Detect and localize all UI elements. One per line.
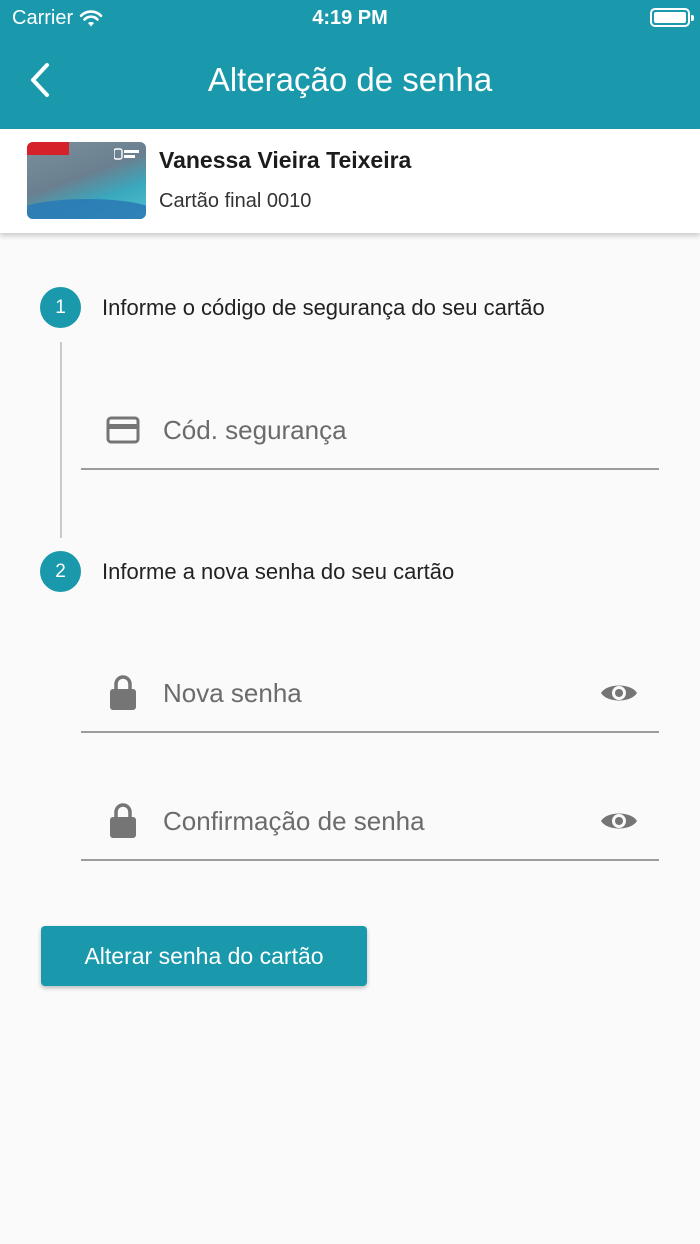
eye-icon bbox=[601, 813, 637, 829]
new-password-field[interactable] bbox=[81, 653, 659, 733]
card-wave-pattern bbox=[27, 199, 146, 219]
card-logo-stripe bbox=[27, 142, 69, 155]
security-code-input[interactable] bbox=[163, 410, 563, 450]
lock-icon bbox=[103, 801, 143, 841]
lock-icon bbox=[103, 673, 143, 713]
step-2-badge: 2 bbox=[40, 551, 81, 592]
toggle-confirm-password-visibility[interactable] bbox=[597, 801, 641, 841]
eye-icon bbox=[601, 685, 637, 701]
status-bar: Carrier 4:19 PM bbox=[0, 0, 700, 36]
step-connector-line bbox=[60, 342, 62, 538]
card-brand-logo bbox=[113, 148, 140, 163]
page-title: Alteração de senha bbox=[207, 61, 493, 98]
card-image bbox=[27, 142, 146, 219]
toggle-new-password-visibility[interactable] bbox=[597, 673, 641, 713]
change-password-button[interactable]: Alterar senha do cartão bbox=[41, 926, 367, 986]
status-time: 4:19 PM bbox=[312, 7, 388, 29]
card-holder-name: Vanessa Vieira Teixeira bbox=[159, 147, 412, 173]
card-ending-label: Cartão final 0010 bbox=[159, 190, 312, 212]
confirm-password-input[interactable] bbox=[163, 801, 563, 841]
battery-icon bbox=[650, 8, 694, 27]
step-1-badge: 1 bbox=[40, 287, 81, 328]
step-1-text: Informe o código de segurança do seu car… bbox=[102, 295, 545, 320]
confirm-password-field[interactable] bbox=[81, 781, 659, 861]
app-header: Carrier 4:19 PM Alteração de senha bbox=[0, 0, 700, 129]
new-password-input[interactable] bbox=[163, 673, 563, 713]
security-code-field[interactable] bbox=[81, 390, 659, 470]
credit-card-icon bbox=[103, 410, 143, 450]
step-2-text: Informe a nova senha do seu cartão bbox=[102, 559, 455, 584]
card-summary: Vanessa Vieira Teixeira Cartão final 001… bbox=[0, 129, 700, 233]
